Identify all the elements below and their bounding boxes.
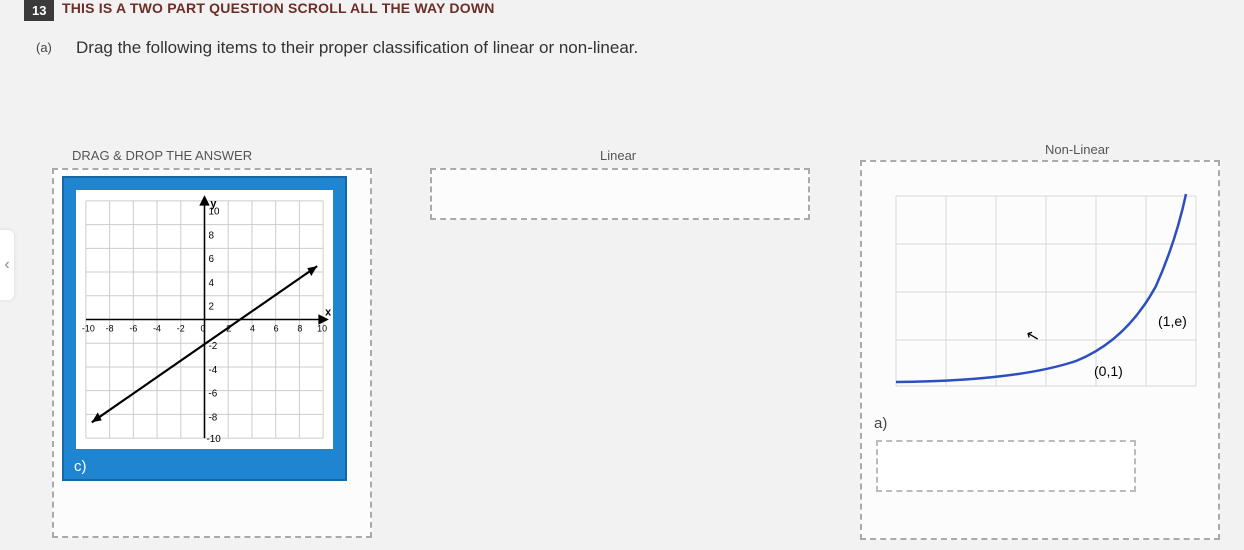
prev-chevron-button[interactable]: ‹ [0,230,14,300]
linear-graph-svg: y x 10 8 6 4 2 -2 -4 -6 -8 -10 -10 -8 -6… [76,190,333,449]
svg-text:-6: -6 [129,323,137,333]
part-label: (a) [36,40,52,55]
exp-graph-svg: (0,1) (1,e) [876,176,1206,406]
svg-text:-2: -2 [177,323,185,333]
column-header-drag: DRAG & DROP THE ANSWER [72,148,252,163]
svg-text:8: 8 [297,323,302,333]
draggable-card-c[interactable]: y x 10 8 6 4 2 -2 -4 -6 -8 -10 -10 -8 -6… [62,176,347,481]
svg-text:0: 0 [201,323,206,333]
question-number-badge: 13 [24,0,54,21]
card-c-label: c) [74,458,87,475]
column-header-nonlinear: Non-Linear [1045,142,1109,157]
svg-text:4: 4 [250,323,255,333]
svg-text:10: 10 [208,207,219,218]
linear-dropzone[interactable] [430,168,810,220]
svg-text:-4: -4 [208,365,217,376]
svg-text:6: 6 [208,254,214,265]
svg-text:-6: -6 [208,389,217,400]
svg-text:-8: -8 [106,323,114,333]
svg-text:-10: -10 [206,434,221,445]
chevron-left-icon: ‹ [4,256,9,274]
svg-text:10: 10 [317,323,327,333]
svg-text:4: 4 [208,278,214,289]
x-axis-label: x [325,307,331,319]
point-label-1e: (1,e) [1158,313,1187,329]
question-banner-text: THIS IS A TWO PART QUESTION SCROLL ALL T… [62,0,495,16]
question-prompt: Drag the following items to their proper… [76,38,638,58]
draggable-card-a[interactable]: (0,1) (1,e) ↖ a) [876,176,1206,406]
card-a-label: a) [874,415,887,432]
point-label-01: (0,1) [1094,363,1123,379]
card-a-empty-slot[interactable] [876,440,1136,492]
svg-text:8: 8 [208,230,214,241]
svg-text:-10: -10 [82,323,95,333]
card-c-chart: y x 10 8 6 4 2 -2 -4 -6 -8 -10 -10 -8 -6… [76,190,333,449]
svg-text:-8: -8 [208,412,217,423]
svg-text:6: 6 [274,323,279,333]
column-header-linear: Linear [600,148,636,163]
svg-text:-4: -4 [153,323,161,333]
svg-text:2: 2 [208,302,214,313]
svg-text:-2: -2 [208,341,217,352]
